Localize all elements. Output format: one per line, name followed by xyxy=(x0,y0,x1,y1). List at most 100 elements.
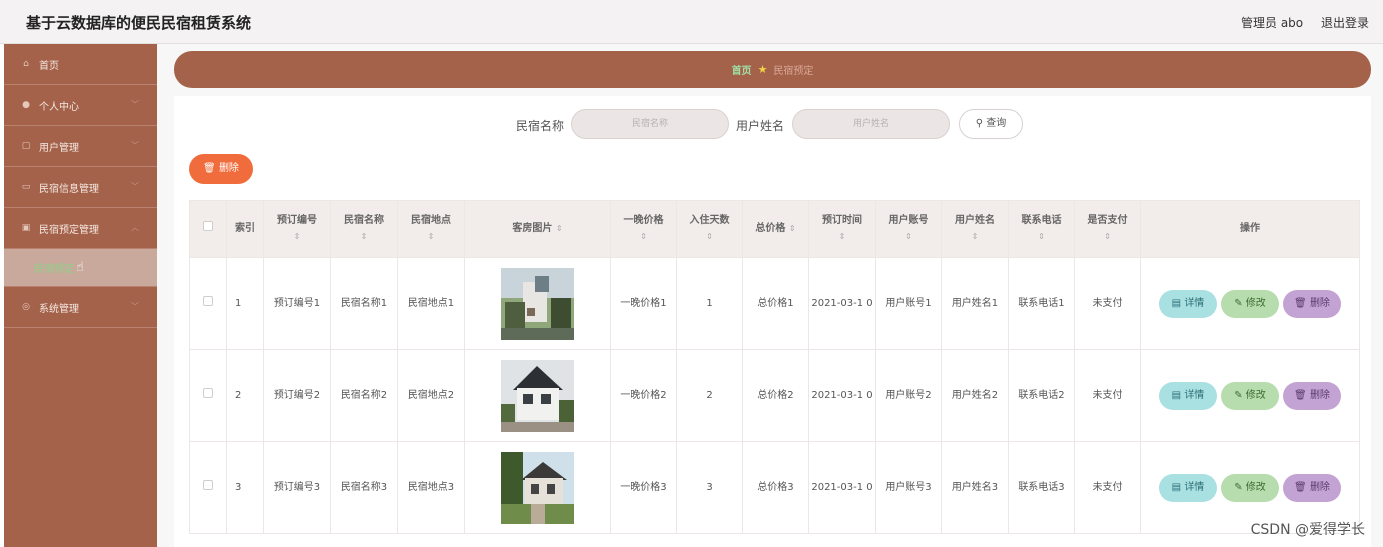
col-image[interactable]: 客房图片 ⇕ xyxy=(464,200,611,258)
delete-button[interactable]: 🗑 删除 xyxy=(1283,473,1341,502)
chevron-down-icon: ﹀ xyxy=(131,302,139,311)
cell-time: 2021-03-1 0 xyxy=(808,349,876,442)
main-content: 首页 ★ 民宿预定 民宿名称 民宿名称 用户姓名 用户姓名 ⚲ 查询 🗑 删除 xyxy=(157,44,1383,547)
edit-button[interactable]: ✎ 修改 xyxy=(1221,473,1279,502)
row-checkbox[interactable] xyxy=(203,388,213,398)
sidebar-subitem-booking[interactable]: 民宿预定 ☝ xyxy=(4,249,157,287)
sidebar-item-label: 首页 xyxy=(39,60,59,72)
col-total[interactable]: 总价格 ⇕ xyxy=(742,200,809,258)
sidebar-item-home[interactable]: ⌂ 首页 xyxy=(4,44,157,85)
sort-icon: ⇕ xyxy=(360,232,368,241)
cell-actions: ▤ 详情 ✎ 修改 🗑 删除 xyxy=(1140,349,1360,442)
pencil-icon: ✎ xyxy=(1234,297,1243,309)
sidebar-item-label: 用户管理 xyxy=(39,142,79,154)
booking-icon: ▣ xyxy=(21,223,31,233)
table-header-row: 索引 预订编号 ⇕ 民宿名称 ⇕ 民宿地点 ⇕ 客房图片 ⇕ 一晚价格 ⇕ 入住天数 ⇕ … xyxy=(189,200,1360,258)
col-name[interactable]: 民宿名称 ⇕ xyxy=(330,200,398,258)
logout-link[interactable]: 退出登录 xyxy=(1321,16,1369,30)
doc-icon: ▤ xyxy=(1171,481,1182,493)
cell-order-no: 预订编号1 xyxy=(263,257,331,350)
breadcrumb: 首页 ★ 民宿预定 xyxy=(174,51,1371,88)
sort-icon: ⇕ xyxy=(427,232,435,241)
col-paid[interactable]: 是否支付 ⇕ xyxy=(1074,200,1141,258)
sidebar-item-system[interactable]: ◎ 系统管理 ﹀ xyxy=(4,287,157,328)
top-right-area: 管理员 abo 退出登录 xyxy=(1227,14,1369,31)
row-checkbox[interactable] xyxy=(203,480,213,490)
cell-phone: 联系电话1 xyxy=(1008,257,1075,350)
search-icon: ⚲ xyxy=(975,118,984,129)
detail-button[interactable]: ▤ 详情 xyxy=(1159,473,1217,502)
search-button[interactable]: ⚲ 查询 xyxy=(959,109,1023,139)
cell-days: 2 xyxy=(676,349,743,442)
app-title: 基于云数据库的便民民宿租赁系统 xyxy=(26,14,252,32)
cell-time: 2021-03-1 0 xyxy=(808,257,876,350)
col-days[interactable]: 入住天数 ⇕ xyxy=(676,200,743,258)
admin-label: 管理员 abo xyxy=(1241,16,1304,30)
cell-time: 2021-03-1 0 xyxy=(808,441,876,534)
cell-location: 民宿地点2 xyxy=(397,349,465,442)
cell-account: 用户账号2 xyxy=(875,349,942,442)
cell-price: 一晚价格3 xyxy=(610,441,677,534)
col-order-no[interactable]: 预订编号 ⇕ xyxy=(263,200,331,258)
sort-icon: ⇕ xyxy=(640,232,647,241)
batch-delete-button[interactable]: 🗑 删除 xyxy=(189,154,253,184)
trash-icon: 🗑 xyxy=(1294,297,1307,309)
homestay-name-input[interactable]: 民宿名称 xyxy=(571,109,729,139)
trash-icon: 🗑 xyxy=(203,163,216,174)
col-user[interactable]: 用户姓名 ⇕ xyxy=(941,200,1009,258)
homestay-name-label: 民宿名称 xyxy=(516,119,565,133)
detail-button[interactable]: ▤ 详情 xyxy=(1159,289,1217,318)
select-all-checkbox-cell[interactable] xyxy=(189,200,227,258)
cell-price: 一晚价格1 xyxy=(610,257,677,350)
col-account[interactable]: 用户账号 ⇕ xyxy=(875,200,942,258)
cell-location: 民宿地点1 xyxy=(397,257,465,350)
sidebar-subitem-label: 民宿预定 xyxy=(34,264,74,275)
cell-account: 用户账号3 xyxy=(875,441,942,534)
sidebar-item-profile[interactable]: ● 个人中心 ﹀ xyxy=(4,85,157,126)
room-photo-3 xyxy=(501,451,574,524)
cell-days: 3 xyxy=(676,441,743,534)
home-icon: ⌂ xyxy=(23,59,29,69)
table-row: 1 预订编号1 民宿名称1 民宿地点1 一晚价格1 1 总价格1 2021-03… xyxy=(189,257,1360,350)
cell-total: 总价格2 xyxy=(742,349,809,442)
user-name-input[interactable]: 用户姓名 xyxy=(792,109,950,139)
detail-button[interactable]: ▤ 详情 xyxy=(1159,381,1217,410)
col-location[interactable]: 民宿地点 ⇕ xyxy=(397,200,465,258)
settings-icon: ◎ xyxy=(22,302,30,312)
booking-table: 索引 预订编号 ⇕ 民宿名称 ⇕ 民宿地点 ⇕ 客房图片 ⇕ 一晚价格 ⇕ 入住天数 ⇕ … xyxy=(189,200,1360,534)
col-price[interactable]: 一晚价格 ⇕ xyxy=(610,200,677,258)
cell-name: 民宿名称2 xyxy=(330,349,398,442)
edit-button[interactable]: ✎ 修改 xyxy=(1221,289,1279,318)
edit-button[interactable]: ✎ 修改 xyxy=(1221,381,1279,410)
sort-icon: ⇕ xyxy=(788,224,796,233)
row-checkbox[interactable] xyxy=(203,296,213,306)
col-index: 索引 xyxy=(226,200,264,258)
sort-icon: ⇕ xyxy=(1038,232,1045,241)
cell-phone: 联系电话3 xyxy=(1008,441,1075,534)
pencil-icon: ✎ xyxy=(1234,389,1243,401)
table-row: 3 预订编号3 民宿名称3 民宿地点3 一晚价格3 3 总价格3 2021-03… xyxy=(189,441,1360,534)
search-button-label: 查询 xyxy=(986,118,1007,129)
room-photo-1 xyxy=(501,267,574,340)
cell-paid: 未支付 xyxy=(1074,349,1141,442)
sidebar-item-booking[interactable]: ▣ 民宿预定管理 ︿ xyxy=(4,208,157,249)
cell-order-no: 预订编号2 xyxy=(263,349,331,442)
chevron-up-icon: ︿ xyxy=(131,223,139,232)
user-icon: ● xyxy=(22,100,30,110)
cell-index: 1 xyxy=(226,257,264,350)
select-all-checkbox[interactable] xyxy=(203,221,213,231)
cell-days: 1 xyxy=(676,257,743,350)
sidebar-item-users[interactable]: ▢ 用户管理 ﹀ xyxy=(4,126,157,167)
cell-user: 用户姓名1 xyxy=(941,257,1009,350)
sidebar-item-homestay-info[interactable]: ▭ 民宿信息管理 ﹀ xyxy=(4,167,157,208)
delete-button[interactable]: 🗑 删除 xyxy=(1283,381,1341,410)
col-phone[interactable]: 联系电话 ⇕ xyxy=(1008,200,1075,258)
col-actions: 操作 xyxy=(1140,200,1360,258)
sidebar: ⌂ 首页 ● 个人中心 ﹀ ▢ 用户管理 ﹀ ▭ 民宿信息管理 ﹀ ▣ 民宿预定… xyxy=(4,44,157,547)
chevron-down-icon: ﹀ xyxy=(131,100,139,109)
breadcrumb-home[interactable]: 首页 xyxy=(732,62,752,77)
col-time[interactable]: 预订时间 ⇕ xyxy=(808,200,876,258)
delete-button[interactable]: 🗑 删除 xyxy=(1283,289,1341,318)
cell-actions: ▤ 详情 ✎ 修改 🗑 删除 xyxy=(1140,257,1360,350)
doc-icon: ▤ xyxy=(1171,389,1182,401)
